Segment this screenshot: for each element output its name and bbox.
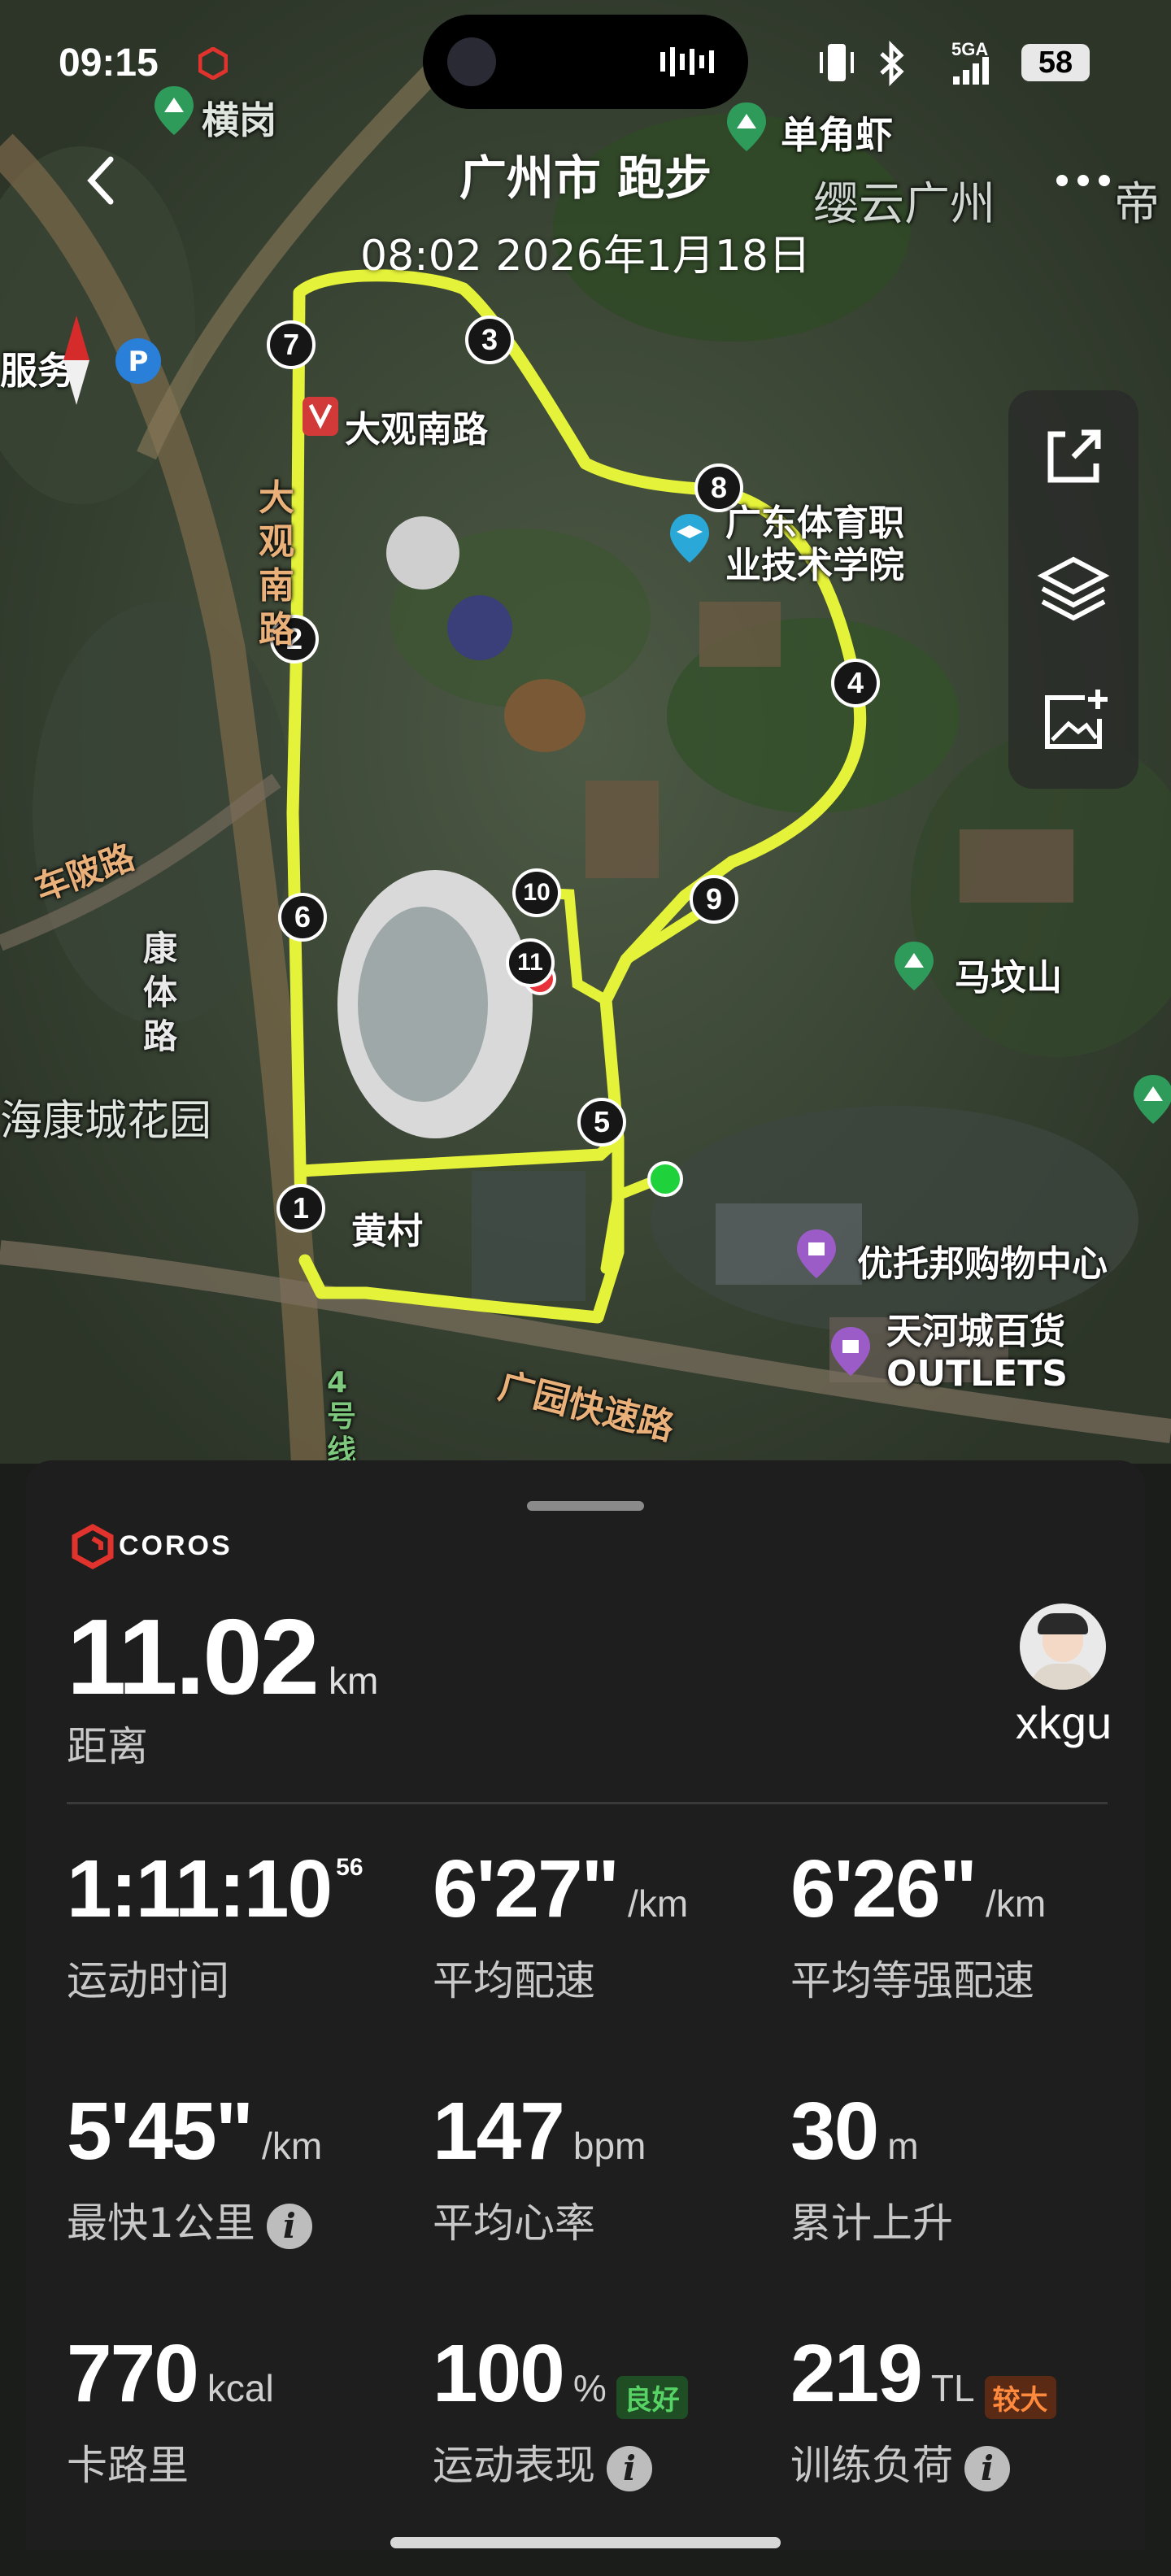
metric-label: 训练负荷 i: [790, 2433, 1010, 2491]
poi-label: 广东体育职 业技术学院: [725, 503, 904, 586]
metric-value: 147 bpm: [433, 2086, 646, 2177]
workout-summary-sheet[interactable]: COROS 11.02 km 距离 xkgu 1:11:10 56 运动时间 6'27"…: [26, 1460, 1145, 2550]
audio-waveform-icon: [660, 47, 714, 76]
map-label: 海康城花园: [0, 1097, 212, 1146]
metric-5: 147 bpm 平均心率: [433, 2085, 790, 2288]
metric-label: 最快1公里 i: [67, 2191, 312, 2249]
route-km-marker[interactable]: 5: [577, 1098, 626, 1147]
poi-label: 优托邦购物中心: [857, 1243, 1108, 1285]
metric-badge: 良好: [616, 2376, 688, 2419]
metro-station-label: 大观南路: [345, 409, 488, 450]
metric-label: 平均等强配速: [790, 1957, 1034, 2004]
metric-value: 6'26"/km: [790, 1843, 1047, 1934]
map-label: 黄村: [351, 1211, 423, 1252]
metric-value: 5'45"/km: [67, 2086, 323, 2177]
metric-unit: /km: [628, 1882, 689, 1925]
metric-label: 运动表现 i: [433, 2433, 652, 2491]
park-pin-icon[interactable]: [891, 940, 937, 994]
coros-logo-icon: [72, 1524, 114, 1569]
more-dots-icon[interactable]: [1054, 168, 1112, 194]
route-km-marker[interactable]: 10: [512, 868, 561, 917]
route-km-marker[interactable]: 4: [831, 659, 880, 707]
metric-unit: TL: [930, 2367, 975, 2409]
dynamic-island[interactable]: [423, 15, 748, 109]
poi-label: 天河城百货 OUTLETS: [886, 1311, 1068, 1395]
username[interactable]: xkgu: [999, 1696, 1129, 1749]
start-point: [647, 1161, 683, 1197]
route-km-marker[interactable]: 7: [267, 320, 316, 369]
sheet-drag-handle[interactable]: [527, 1501, 644, 1511]
metric-label: 累计上升: [790, 2200, 953, 2247]
metric-label: 卡路里: [67, 2442, 189, 2489]
metric-9: 219 TL 较大训练负荷 i: [790, 2327, 1148, 2530]
metric-label: 平均配速: [433, 1957, 595, 2004]
metric-6: 30 m 累计上升: [790, 2085, 1148, 2288]
map-label: 横岗: [202, 98, 276, 142]
shopping-pin-icon[interactable]: [794, 1228, 839, 1281]
metric-unit: bpm: [572, 2125, 646, 2167]
metric-value: 219 TL 较大: [790, 2327, 1056, 2421]
avatar[interactable]: [1020, 1603, 1106, 1690]
road-label: 康体路: [143, 929, 178, 1056]
metric-1: 1:11:10 56 运动时间: [67, 1843, 424, 2046]
add-photo-icon[interactable]: [1033, 681, 1114, 763]
status-time: 09:15: [59, 41, 159, 85]
metric-label: 平均心率: [433, 2200, 595, 2247]
parking-icon[interactable]: P: [112, 335, 164, 387]
shopping-pin-icon[interactable]: [828, 1325, 873, 1379]
metro-line-label: 4号线: [327, 1366, 357, 1468]
media-thumbnail: [447, 37, 496, 86]
info-icon[interactable]: i: [266, 2203, 312, 2249]
poi-label: 马坟山: [955, 957, 1062, 999]
route-km-marker[interactable]: 11: [506, 938, 555, 987]
metric-unit: m: [887, 2125, 919, 2167]
battery-level: 58: [1038, 46, 1073, 80]
distance-value: 11.02 km: [67, 1597, 379, 1717]
divider: [67, 1802, 1108, 1804]
info-icon[interactable]: i: [964, 2445, 1010, 2491]
bluetooth-icon: [880, 41, 904, 86]
metric-unit: /km: [262, 2125, 323, 2167]
page-title: 广州市 跑步: [459, 150, 712, 206]
notification-app-icon: [198, 47, 228, 80]
layers-icon[interactable]: [1033, 548, 1114, 629]
school-pin-icon[interactable]: [667, 512, 712, 566]
metric-2: 6'27"/km 平均配速: [433, 1843, 790, 2046]
vibrate-icon: [820, 44, 854, 81]
metric-unit: kcal: [207, 2367, 274, 2409]
metric-unit: %: [572, 2367, 607, 2409]
metric-value: 770 kcal: [67, 2328, 274, 2419]
metric-4: 5'45"/km 最快1公里 i: [67, 2085, 424, 2288]
route-km-marker[interactable]: 6: [278, 893, 327, 942]
metric-sup: 56: [336, 1854, 363, 1881]
share-icon[interactable]: [1033, 415, 1114, 496]
park-pin-icon[interactable]: [1130, 1073, 1171, 1127]
metric-value: 100% 良好: [433, 2327, 688, 2421]
signal-icon: [953, 57, 989, 85]
route-km-marker[interactable]: 3: [465, 315, 514, 364]
route-km-marker[interactable]: 9: [690, 875, 738, 924]
metric-value: 30 m: [790, 2086, 919, 2177]
metric-value: 1:11:10 56: [67, 1843, 363, 1934]
svg-text:P: P: [128, 346, 149, 378]
metric-8: 100% 良好运动表现 i: [433, 2327, 790, 2530]
metro-icon[interactable]: [301, 395, 340, 437]
page-subtitle: 08:02 2026年1月18日: [360, 232, 811, 281]
compass-icon[interactable]: [59, 315, 94, 405]
metric-3: 6'26"/km 平均等强配速: [790, 1843, 1148, 2046]
brand-name: COROS: [119, 1530, 233, 1561]
battery-indicator: 58: [1021, 44, 1090, 81]
road-label: 大观南路: [259, 477, 294, 651]
home-indicator[interactable]: [390, 2537, 781, 2548]
distance-label: 距离: [67, 1723, 148, 1770]
map-tools-panel: [1008, 390, 1138, 789]
metric-unit: /km: [986, 1882, 1047, 1925]
info-icon[interactable]: i: [607, 2445, 652, 2491]
metric-7: 770 kcal 卡路里: [67, 2327, 424, 2530]
metric-badge: 较大: [984, 2376, 1056, 2419]
route-km-marker[interactable]: 1: [276, 1184, 325, 1233]
metric-label: 运动时间: [67, 1957, 229, 2004]
metric-value: 6'27"/km: [433, 1843, 689, 1934]
